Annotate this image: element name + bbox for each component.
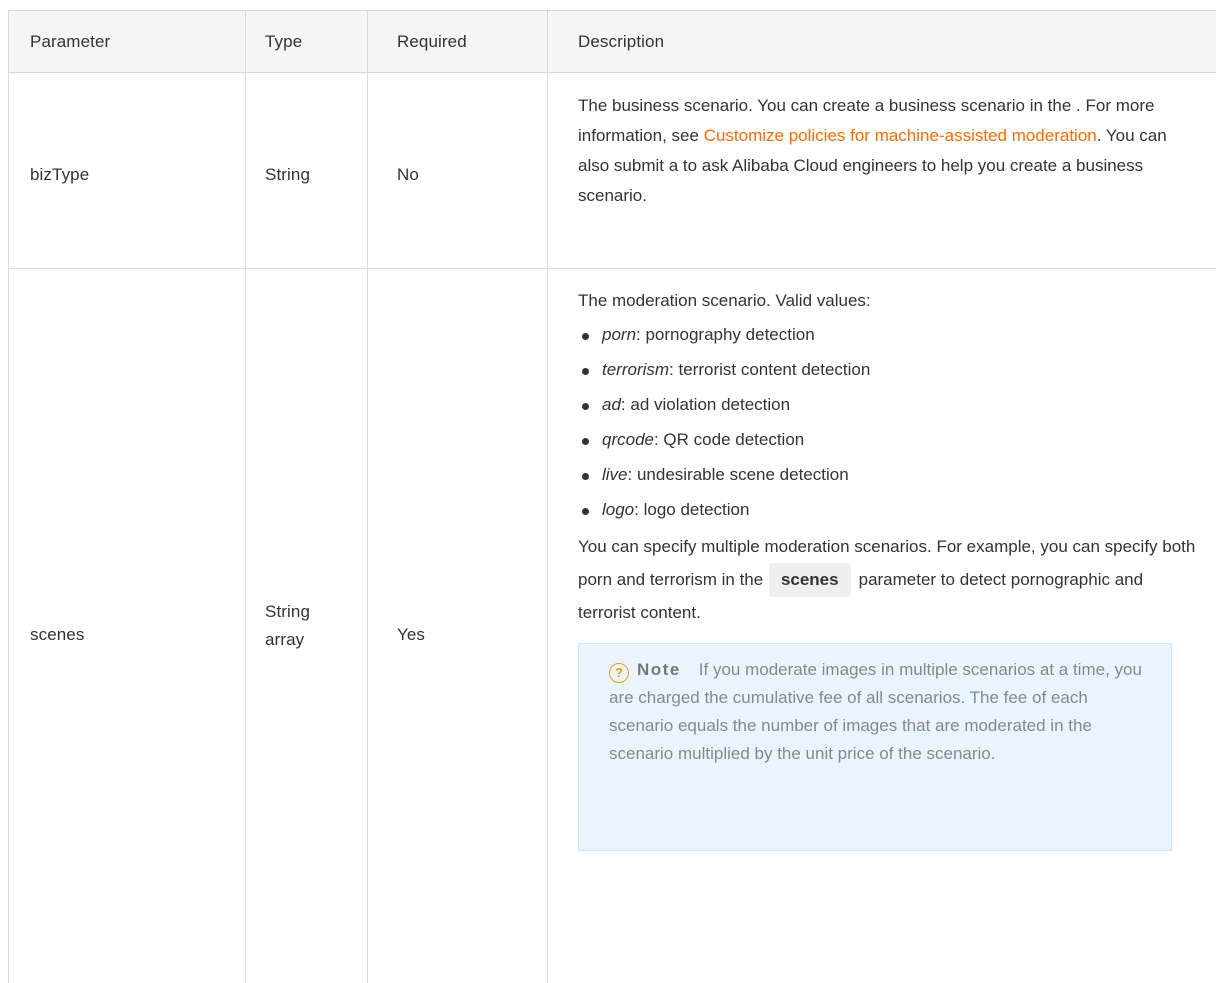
header-description: Description <box>578 32 665 51</box>
row-type-scenes: String array <box>265 598 310 654</box>
row-divider <box>9 268 1216 269</box>
list-item: qrcode: QR code detection <box>578 425 1198 455</box>
customize-policies-link[interactable]: Customize policies for machine-assisted … <box>704 126 1097 145</box>
list-item: terrorism: terrorist content detection <box>578 355 1198 385</box>
row-parameter-biztype: bizType <box>30 165 90 184</box>
row-required-scenes: Yes <box>397 625 426 644</box>
note-box: ? Note If you moderate images in multiple … <box>578 643 1172 851</box>
row-required-biztype: No <box>397 165 419 184</box>
list-item: ad: ad violation detection <box>578 390 1198 420</box>
question-circle-icon: ? <box>609 663 629 683</box>
list-item: porn: pornography detection <box>578 320 1198 350</box>
row-parameter-scenes: scenes <box>30 625 85 644</box>
multiple-scenarios-paragraph: You can specify multiple moderation scen… <box>578 537 1196 622</box>
parameter-table: Parameter Type Required Description bizT… <box>8 10 1216 983</box>
row-type-biztype: String <box>265 165 311 184</box>
valid-values-list: porn: pornography detection terrorism: t… <box>578 320 1198 525</box>
column-divider <box>367 11 368 983</box>
header-required: Required <box>397 32 467 51</box>
header-parameter: Parameter <box>30 32 111 51</box>
row-description-scenes: The moderation scenario. Valid values: p… <box>578 286 1198 851</box>
note-label: Note <box>637 660 681 679</box>
column-divider <box>547 11 548 983</box>
header-type: Type <box>265 32 303 51</box>
type-line: String <box>265 602 311 621</box>
description-intro: The moderation scenario. Valid values: <box>578 291 871 310</box>
column-divider <box>245 11 246 983</box>
list-item: logo: logo detection <box>578 495 1198 525</box>
inline-code-scenes: scenes <box>768 563 851 597</box>
row-description-biztype: The business scenario. You can create a … <box>578 91 1198 211</box>
type-line: array <box>265 630 305 649</box>
note-text: If you moderate images in multiple scena… <box>609 660 1142 763</box>
row-divider <box>9 72 1216 73</box>
list-item: live: undesirable scene detection <box>578 460 1198 490</box>
